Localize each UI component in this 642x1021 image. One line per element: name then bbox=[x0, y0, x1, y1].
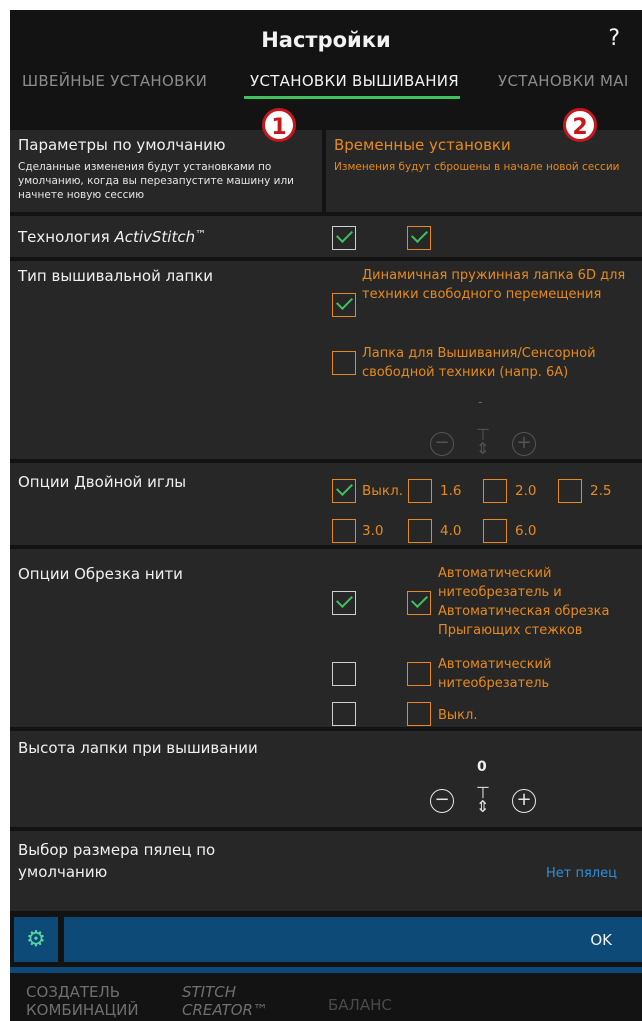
temporary-title: Временные установки bbox=[334, 136, 511, 154]
combo-line2: КОМБИНАЦИЙ bbox=[26, 1001, 139, 1019]
help-button[interactable]: ? bbox=[608, 26, 620, 51]
twin-needle-2-5-label: 2.5 bbox=[590, 483, 612, 499]
presser-foot-icon: ⊤ ⇕ bbox=[476, 425, 490, 458]
callout-marker-1: 1 bbox=[262, 108, 296, 142]
activstitch-label: Технология ActivStitch™ bbox=[18, 228, 207, 246]
foot-type-option1-label: Динамичная пружинная лапка 6D для техник… bbox=[362, 268, 626, 302]
presser-height-row: Высота лапки при вышивании 0 − ⊤ ⇕ + bbox=[10, 731, 642, 827]
tab-balance[interactable]: БАЛАНС bbox=[328, 996, 392, 1014]
temporary-description: Изменения будут сброшены в начале новой … bbox=[334, 161, 620, 173]
twin-needle-1-6-label: 1.6 bbox=[440, 483, 462, 499]
hoop-size-row: Выбор размера пялец по умолчанию Нет пял… bbox=[10, 831, 642, 911]
twin-needle-3-0-checkbox[interactable] bbox=[332, 519, 356, 543]
foot-type-plus-icon: + bbox=[512, 432, 536, 456]
foot-type-option2-label: Лапка для Вышивания/Сенсорной свободной … bbox=[362, 346, 596, 380]
thread-cut-option2-label: Автоматический нитеобрезатель bbox=[438, 657, 552, 691]
stitch-line2: CREATOR™ bbox=[182, 1001, 268, 1019]
twin-needle-label: Опции Двойной иглы bbox=[18, 473, 187, 491]
thread-cut-row: Опции Обрезка нити Автоматический нитеоб… bbox=[10, 549, 642, 727]
stitch-line1: STITCH bbox=[182, 983, 237, 1001]
twin-needle-2-0-checkbox[interactable] bbox=[483, 479, 507, 503]
temporary-header-panel: Временные установки Изменения будут сбро… bbox=[326, 130, 642, 212]
activstitch-row: Технология ActivStitch™ bbox=[10, 216, 642, 257]
foot-type-label: Тип вышивальной лапки bbox=[18, 267, 213, 285]
twin-needle-1-6-checkbox[interactable] bbox=[408, 479, 432, 503]
settings-window: Настройки ? ШВЕЙНЫЕ УСТАНОВКИ УСТАНОВКИ … bbox=[10, 10, 642, 1021]
gear-icon[interactable]: ⚙ bbox=[14, 917, 58, 962]
thread-cut-option2-default-checkbox[interactable] bbox=[332, 662, 356, 686]
twin-needle-2-5-checkbox[interactable] bbox=[558, 479, 582, 503]
tab-machine-settings[interactable]: УСТАНОВКИ МАI bbox=[498, 72, 629, 90]
presser-height-foot-icon: ⊤ ⇕ bbox=[476, 783, 490, 816]
tab-combination-creator[interactable]: СОЗДАТЕЛЬ КОМБИНАЦИЙ bbox=[26, 983, 139, 1019]
twin-needle-off-checkbox[interactable] bbox=[332, 479, 356, 503]
combo-line1: СОЗДАТЕЛЬ bbox=[26, 983, 121, 1001]
hoop-size-value[interactable]: Нет пялец bbox=[546, 866, 617, 881]
thread-cut-label: Опции Обрезка нити bbox=[18, 565, 183, 583]
thread-cut-option1-default-checkbox[interactable] bbox=[332, 591, 356, 615]
thread-cut-option3-default-checkbox[interactable] bbox=[332, 702, 356, 726]
foot-type-option2-checkbox[interactable] bbox=[332, 351, 356, 375]
active-tab-indicator bbox=[244, 96, 460, 99]
presser-height-minus-button[interactable]: − bbox=[430, 789, 454, 813]
thread-cut-option3-temporary-checkbox[interactable] bbox=[407, 702, 431, 726]
foot-type-row: Тип вышивальной лапки Динамичная пружинн… bbox=[10, 261, 642, 459]
ok-label: OK bbox=[590, 931, 612, 949]
defaults-description: Сделанные изменения будут установками по… bbox=[18, 161, 294, 201]
foot-type-minus-icon: − bbox=[430, 432, 454, 456]
foot-type-option1-checkbox[interactable] bbox=[332, 293, 356, 317]
footer-separator bbox=[10, 967, 642, 973]
defaults-title: Параметры по умолчанию bbox=[18, 136, 226, 154]
callout-marker-2: 2 bbox=[563, 108, 597, 142]
thread-cut-option2-temporary-checkbox[interactable] bbox=[407, 662, 431, 686]
twin-needle-4-0-checkbox[interactable] bbox=[408, 519, 432, 543]
tab-embroidery-settings[interactable]: УСТАНОВКИ ВЫШИВАНИЯ bbox=[250, 72, 459, 90]
activstitch-default-checkbox[interactable] bbox=[332, 226, 356, 250]
thread-cut-option3-label: Выкл. bbox=[438, 708, 478, 723]
foot-type-value: - bbox=[478, 395, 483, 410]
thread-cut-option1-temporary-checkbox[interactable] bbox=[407, 591, 431, 615]
twin-needle-4-0-label: 4.0 bbox=[440, 523, 462, 539]
twin-needle-6-0-checkbox[interactable] bbox=[483, 519, 507, 543]
page-title: Настройки bbox=[261, 28, 391, 52]
tab-sewing-settings[interactable]: ШВЕЙНЫЕ УСТАНОВКИ bbox=[22, 72, 207, 90]
presser-height-plus-button[interactable]: + bbox=[512, 789, 536, 813]
twin-needle-row: Опции Двойной иглы Выкл. 1.6 2.0 2.5 3.0… bbox=[10, 463, 642, 545]
defaults-header-panel: Параметры по умолчанию Сделанные изменен… bbox=[10, 130, 322, 212]
twin-needle-6-0-label: 6.0 bbox=[515, 523, 537, 539]
hoop-size-label: Выбор размера пялец по умолчанию bbox=[18, 841, 216, 881]
activstitch-temporary-checkbox[interactable] bbox=[407, 226, 431, 250]
thread-cut-option1-label: Автоматический нитеобрезатель и Автомати… bbox=[438, 566, 610, 638]
twin-needle-3-0-label: 3.0 bbox=[362, 523, 384, 539]
presser-height-label: Высота лапки при вышивании bbox=[18, 739, 258, 757]
twin-needle-off-label: Выкл. bbox=[362, 483, 403, 499]
presser-height-value: 0 bbox=[477, 759, 487, 775]
twin-needle-2-0-label: 2.0 bbox=[515, 483, 537, 499]
tab-stitch-creator[interactable]: STITCH CREATOR™ bbox=[182, 983, 268, 1019]
ok-button[interactable]: OK bbox=[64, 917, 642, 962]
